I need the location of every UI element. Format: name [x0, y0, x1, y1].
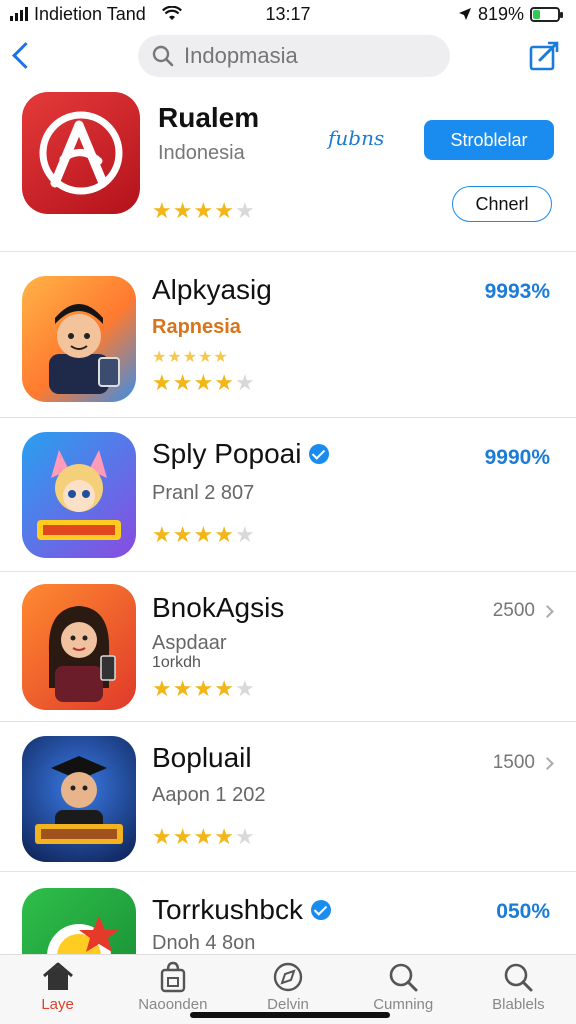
app-name: Sply Popoai [152, 438, 330, 470]
app-metric: 9993% [484, 280, 550, 303]
app-icon[interactable] [22, 584, 136, 710]
app-count: 1500 [492, 752, 535, 773]
app-icon[interactable] [22, 276, 136, 402]
app-subtitle: Aapon 1 202 [152, 784, 266, 806]
app-metric[interactable]: 1500 [492, 752, 554, 774]
list-item[interactable]: Sply Popoai Pranl 2 807 ★ ★ ★ ★ ★ 9990% [0, 418, 576, 572]
app-count: 2500 [492, 600, 535, 621]
featured-primary-button[interactable]: Stroblelar [424, 120, 554, 160]
featured-script-label: fubns [328, 126, 385, 150]
compose-icon[interactable] [528, 40, 560, 72]
tab-label: Laye [41, 996, 74, 1013]
featured-rating-stars: ★ ★ ★ ★ ★ [152, 198, 255, 223]
status-bar: Indietion Tand 13:17 819% [0, 0, 576, 28]
search-icon [505, 963, 533, 992]
app-subtitle: Dnoh 4 8on [152, 932, 256, 954]
featured-app[interactable]: Rualem Indonesia ★ ★ ★ ★ ★ fubns Stroblelar … [0, 90, 576, 252]
battery-icon [530, 6, 563, 22]
app-icon[interactable] [22, 432, 136, 558]
tab-blablels[interactable]: Blablels [461, 955, 576, 1024]
app-name: Bopluail [152, 742, 252, 773]
nav-bar [0, 32, 576, 84]
search-field[interactable] [138, 35, 450, 77]
battery-percent: 819% [477, 3, 524, 24]
tab-label: Cumning [373, 996, 434, 1013]
app-metric[interactable]: 2500 [492, 600, 554, 622]
app-name: Torrkushbck [152, 894, 331, 926]
tab-label: Blablels [492, 996, 545, 1013]
list-item[interactable]: BnokAgsis Aspdaar 1orkdh ★ ★ ★ ★ ★ 2500 [0, 572, 576, 722]
featured-app-subtitle: Indonesia [158, 142, 245, 164]
search-icon [152, 45, 174, 67]
featured-secondary-button[interactable]: Chnerl [452, 186, 552, 222]
carrier-label: Indietion Tand [34, 3, 146, 24]
rating-stars: ★ ★ ★ ★ ★ [152, 370, 255, 395]
app-metric: 050% [496, 900, 550, 923]
app-metric: 9990% [484, 446, 550, 469]
search-input[interactable] [184, 43, 424, 69]
featured-app-icon[interactable] [22, 92, 140, 214]
secondary-rating-stars: ★ ★ ★ ★ ★ [152, 349, 228, 366]
verified-badge-icon [309, 444, 330, 464]
home-icon [42, 962, 73, 990]
app-name: BnokAgsis [152, 592, 285, 623]
app-icon[interactable] [22, 888, 136, 954]
compass-icon [273, 962, 303, 992]
rating-stars: ★ ★ ★ ★ ★ [152, 676, 255, 701]
cartoon-bird-icon [47, 916, 119, 954]
list-item[interactable]: Torrkushbck Dnoh 4 8on 050% [0, 872, 576, 954]
verified-badge-icon [310, 900, 331, 920]
avatar-woman-icon [48, 606, 116, 702]
list-item[interactable]: Bopluail Aapon 1 202 ★ ★ ★ ★ ★ 1500 [0, 722, 576, 872]
wifi-icon [161, 6, 182, 20]
app-subtitle: Pranl 2 807 [152, 482, 255, 504]
app-subtitle-secondary: 1orkdh [152, 654, 201, 671]
home-indicator[interactable] [190, 1012, 390, 1018]
cartoon-character-icon [37, 450, 121, 540]
avatar-officer-icon [49, 304, 120, 394]
back-chevron-icon[interactable] [10, 36, 34, 76]
chevron-right-icon [541, 604, 554, 618]
app-name: Alpkyasig [152, 274, 272, 305]
list-item[interactable]: Alpkyasig Rapnesia ★ ★ ★ ★ ★ ★ ★ ★ ★ ★ 9993% [0, 252, 576, 418]
tab-laye[interactable]: Laye [0, 955, 115, 1024]
location-arrow-icon [458, 8, 471, 20]
chevron-right-icon [541, 756, 554, 770]
rating-stars: ★ ★ ★ ★ ★ [152, 522, 255, 547]
app-icon[interactable] [22, 736, 136, 862]
tab-label: Delvin [267, 996, 309, 1013]
avatar-graduate-icon [35, 756, 123, 844]
tab-label: Naoonden [138, 996, 208, 1013]
featured-app-name: Rualem [158, 102, 260, 133]
rating-stars: ★ ★ ★ ★ ★ [152, 824, 255, 849]
signal-icon [10, 7, 28, 21]
letter-a-logo-icon [39, 111, 123, 195]
search-icon [389, 963, 418, 992]
app-subtitle: Rapnesia [152, 316, 241, 338]
bag-icon [160, 961, 185, 993]
app-subtitle: Aspdaar [152, 632, 227, 654]
